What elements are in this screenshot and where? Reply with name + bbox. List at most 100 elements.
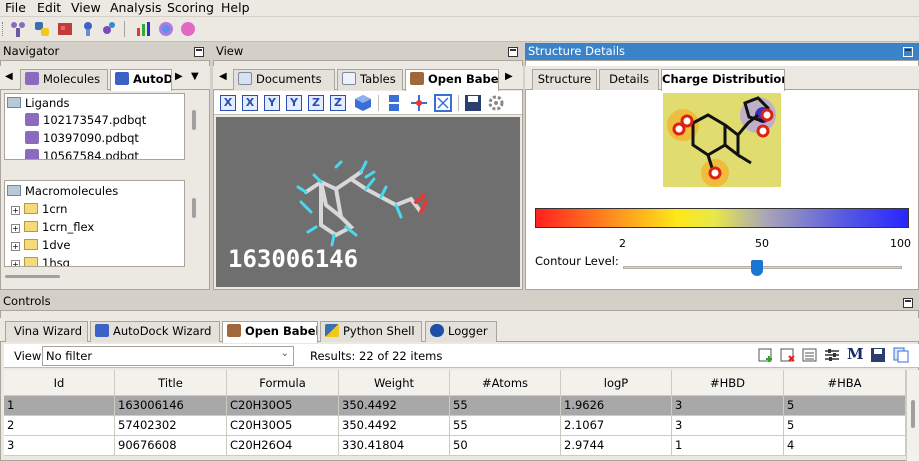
tab-molecules[interactable]: Molecules	[20, 69, 108, 90]
tab-autodock[interactable]: AutoD	[110, 69, 172, 91]
column-header[interactable]: Title	[115, 370, 227, 396]
tab-tables[interactable]: Tables	[337, 69, 403, 90]
expand-icon[interactable]: +	[11, 224, 20, 233]
pink-ball-icon[interactable]	[179, 20, 197, 38]
navigator-maximize-button[interactable]	[194, 47, 204, 57]
table-cell[interactable]: 1	[672, 436, 784, 456]
tab-details[interactable]: Details	[599, 69, 659, 90]
split-view-icon[interactable]	[386, 94, 402, 112]
tab-structure[interactable]: Structure	[532, 69, 597, 90]
macromolecule-item[interactable]: +1dve	[11, 238, 71, 252]
settings-gear-icon[interactable]	[487, 94, 505, 112]
macromolecules-node[interactable]: Macromolecules	[7, 184, 118, 198]
tab-controls-open-babel[interactable]: Open Babel	[222, 321, 318, 343]
tab-menu-icon[interactable]: ▼	[191, 71, 199, 82]
table-cell[interactable]: 55	[450, 416, 561, 436]
macromolecule-item[interactable]: +1hsg	[11, 256, 70, 266]
table-cell[interactable]: C20H26O4	[227, 436, 339, 456]
ligands-node[interactable]: Ligands	[7, 96, 70, 110]
table-cell[interactable]: 2.9744	[561, 436, 672, 456]
table-cell[interactable]: 5	[784, 416, 906, 436]
tab-logger[interactable]: Logger	[425, 321, 497, 342]
expand-icon[interactable]: +	[11, 260, 20, 266]
menu-help[interactable]: Help	[221, 0, 250, 15]
table-cell[interactable]: 3	[4, 436, 115, 456]
table-cell[interactable]: 350.4492	[339, 416, 450, 436]
molecule-icon[interactable]	[9, 20, 27, 38]
save-icon[interactable]	[464, 94, 482, 112]
rotate-z-button[interactable]: Z	[308, 95, 324, 111]
menu-file[interactable]: File	[5, 0, 26, 15]
molecule-m-icon[interactable]: M	[847, 345, 864, 363]
view-maximize-button[interactable]	[508, 47, 518, 57]
table-cell[interactable]: 2	[4, 416, 115, 436]
expand-icon[interactable]: +	[11, 206, 20, 215]
ligand-item[interactable]: 10397090.pdbqt	[25, 131, 139, 145]
table-cell[interactable]: 50	[450, 436, 561, 456]
tab-documents[interactable]: Documents	[233, 69, 335, 90]
macromolecules-scrollbar[interactable]	[192, 198, 196, 218]
ligand-item[interactable]: 10567584.pdbqt	[25, 149, 139, 159]
column-header[interactable]: #HBA	[784, 370, 906, 396]
filter-dropdown[interactable]: No filter ⌄	[42, 346, 294, 366]
tab-autodock-wizard[interactable]: AutoDock Wizard	[90, 321, 220, 342]
table-scrollbar-thumb[interactable]	[911, 400, 915, 428]
chart-icon[interactable]	[134, 20, 152, 38]
molecule-viewport[interactable]: 163006146	[216, 117, 520, 287]
column-header[interactable]: Id	[4, 370, 115, 396]
structure-maximize-button[interactable]	[903, 47, 913, 57]
rotate-x-reverse-button[interactable]: X	[242, 95, 258, 111]
navigator-hscrollbar[interactable]	[5, 275, 60, 278]
table-cell[interactable]: 163006146	[115, 396, 227, 416]
protein-icon[interactable]	[56, 20, 74, 38]
tab-open-babel[interactable]: Open Babel	[405, 69, 499, 91]
expand-icon[interactable]: +	[11, 242, 20, 251]
cube-icon[interactable]	[354, 94, 372, 112]
save-table-icon[interactable]	[870, 347, 886, 363]
export-icon[interactable]	[893, 347, 909, 363]
center-icon[interactable]	[410, 94, 428, 112]
tab-scroll-right-icon[interactable]: ▶	[175, 71, 183, 82]
macromolecule-item[interactable]: +1crn	[11, 202, 67, 216]
table-cell[interactable]: 1	[4, 396, 115, 416]
tab-vina-wizard[interactable]: Vina Wizard	[5, 321, 88, 342]
menu-scoring[interactable]: Scoring	[167, 0, 214, 15]
menu-edit[interactable]: Edit	[37, 0, 61, 15]
macromolecule-item[interactable]: +1crn_flex	[11, 220, 94, 234]
ligands-scrollbar[interactable]	[192, 110, 196, 130]
python-icon[interactable]	[33, 20, 51, 38]
menu-analysis[interactable]: Analysis	[110, 0, 162, 15]
table-cell[interactable]: 57402302	[115, 416, 227, 436]
column-header[interactable]: #HBD	[672, 370, 784, 396]
filter-settings-icon[interactable]	[824, 347, 840, 363]
tab-scroll-left-icon[interactable]: ◀	[219, 71, 227, 82]
add-row-icon[interactable]	[758, 347, 774, 363]
table-cell[interactable]: 350.4492	[339, 396, 450, 416]
column-header[interactable]: Weight	[339, 370, 450, 396]
ligand-item[interactable]: 102173547.pdbqt	[25, 113, 146, 127]
table-cell[interactable]: 330.41804	[339, 436, 450, 456]
rotate-y-reverse-button[interactable]: Y	[286, 95, 302, 111]
column-header[interactable]: Formula	[227, 370, 339, 396]
sphere-icon[interactable]	[157, 20, 175, 38]
edit-table-icon[interactable]	[802, 347, 818, 363]
table-cell[interactable]: C20H30O5	[227, 396, 339, 416]
table-cell[interactable]: 3	[672, 396, 784, 416]
fullscreen-icon[interactable]	[434, 94, 452, 112]
controls-maximize-button[interactable]	[903, 298, 913, 308]
autodock-icon[interactable]	[79, 20, 97, 38]
tab-scroll-left-icon[interactable]: ◀	[5, 71, 13, 82]
table-cell[interactable]: 90676608	[115, 436, 227, 456]
menu-view[interactable]: View	[71, 0, 101, 15]
rotate-z-reverse-button[interactable]: Z	[330, 95, 346, 111]
table-cell[interactable]: 1.9626	[561, 396, 672, 416]
tab-charge-distribution[interactable]: Charge Distribution	[661, 69, 785, 91]
tab-python-shell[interactable]: Python Shell	[320, 321, 422, 342]
table-scrollbar[interactable]	[906, 370, 919, 461]
tab-scroll-right-icon[interactable]: ▶	[505, 71, 513, 82]
table-cell[interactable]: 55	[450, 396, 561, 416]
docking-icon[interactable]	[100, 20, 118, 38]
delete-row-icon[interactable]	[780, 347, 796, 363]
table-cell[interactable]: 3	[672, 416, 784, 436]
table-cell[interactable]: 2.1067	[561, 416, 672, 436]
